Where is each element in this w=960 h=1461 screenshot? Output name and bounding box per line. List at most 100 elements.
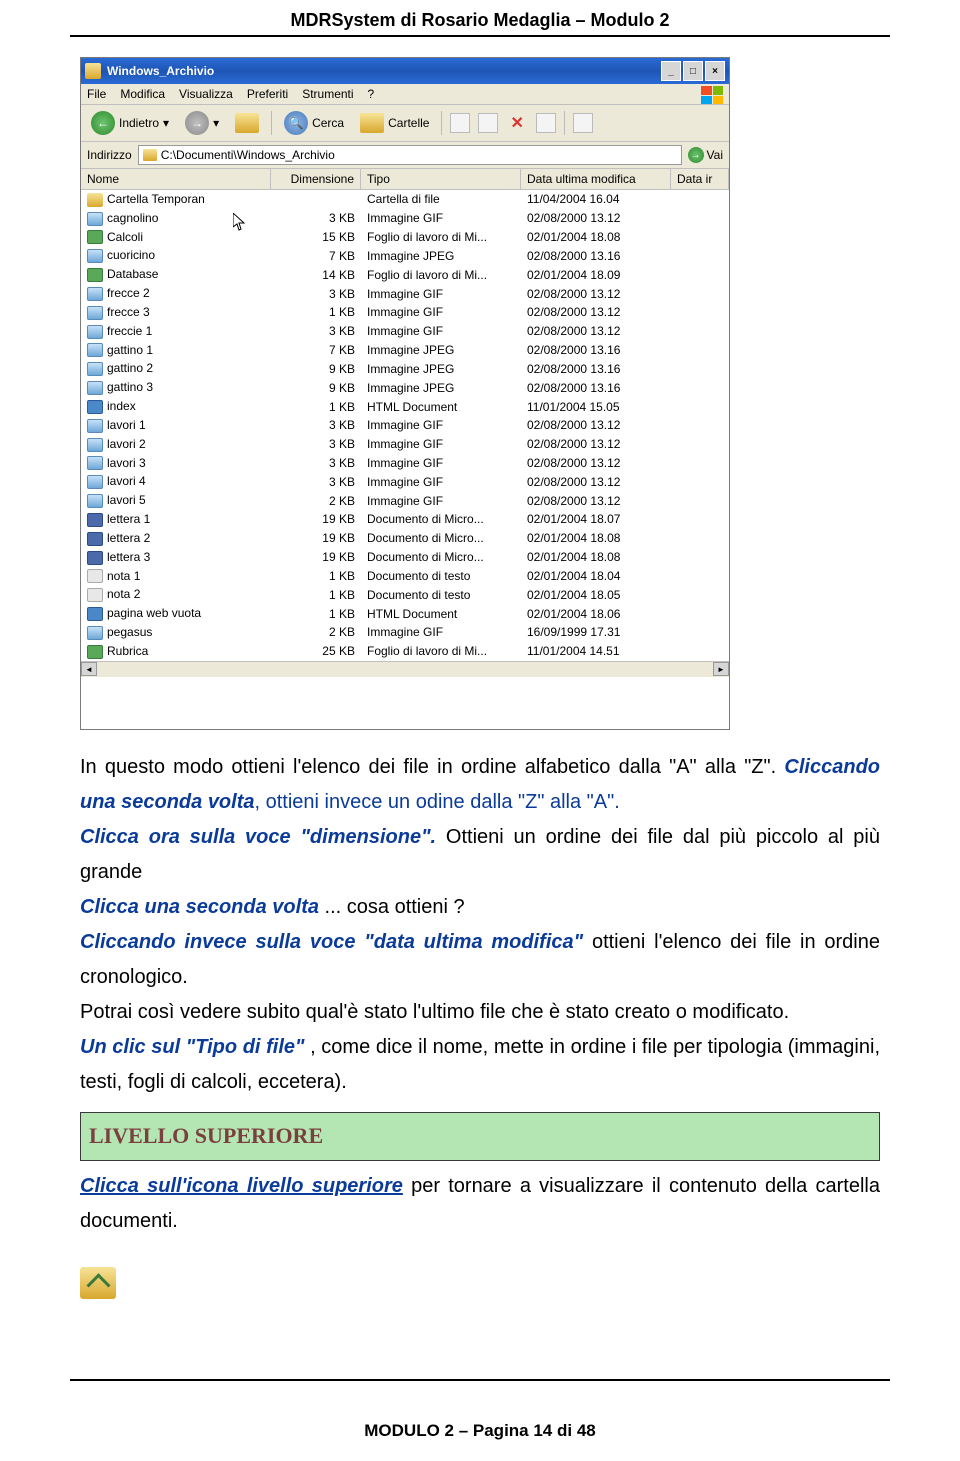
document-body: In questo modo ottieni l'elenco dei file… (80, 750, 880, 1299)
file-jpeg-icon (87, 249, 103, 263)
file-date: 02/08/2000 13.12 (521, 474, 671, 490)
paragraph: Un clic sul "Tipo di file" , come dice i… (80, 1030, 880, 1100)
file-extra (671, 236, 729, 238)
menu-visualizza[interactable]: Visualizza (179, 87, 233, 101)
horizontal-scrollbar[interactable]: ◄ ► (81, 661, 729, 677)
explorer-window: Windows_Archivio _ □ × File Modifica Vis… (80, 57, 730, 730)
table-row[interactable]: lavori 33 KBImmagine GIF02/08/2000 13.12 (81, 454, 729, 473)
table-row[interactable]: lavori 52 KBImmagine GIF02/08/2000 13.12 (81, 491, 729, 510)
file-date: 02/08/2000 13.16 (521, 361, 671, 377)
col-header-size[interactable]: Dimensione (271, 169, 361, 189)
folders-button[interactable]: Cartelle (356, 111, 433, 135)
table-row[interactable]: lettera 219 KBDocumento di Micro...02/01… (81, 529, 729, 548)
delete-button[interactable]: ✕ (506, 111, 527, 135)
file-type: Foglio di lavoro di Mi... (361, 643, 521, 659)
table-row[interactable]: frecce 23 KBImmagine GIF02/08/2000 13.12 (81, 284, 729, 303)
file-xls-icon (87, 645, 103, 659)
search-button[interactable]: 🔍 Cerca (280, 109, 348, 137)
file-extra (671, 537, 729, 539)
file-type: HTML Document (361, 399, 521, 415)
file-type: Foglio di lavoro di Mi... (361, 267, 521, 283)
search-icon: 🔍 (284, 111, 308, 135)
move-to-icon[interactable] (450, 113, 470, 133)
file-gif-icon (87, 306, 103, 320)
file-date: 11/01/2004 14.51 (521, 643, 671, 659)
table-row[interactable]: gattino 29 KBImmagine JPEG02/08/2000 13.… (81, 359, 729, 378)
table-row[interactable]: lavori 23 KBImmagine GIF02/08/2000 13.12 (81, 435, 729, 454)
table-row[interactable]: pagina web vuota1 KBHTML Document02/01/2… (81, 604, 729, 623)
table-row[interactable]: lettera 119 KBDocumento di Micro...02/01… (81, 510, 729, 529)
go-button[interactable]: → Vai (688, 147, 723, 163)
file-listview: Nome Dimensione Tipo Data ultima modific… (81, 169, 729, 729)
table-row[interactable]: Database14 KBFoglio di lavoro di Mi...02… (81, 265, 729, 284)
copy-to-icon[interactable] (478, 113, 498, 133)
table-row[interactable]: Rubrica25 KBFoglio di lavoro di Mi...11/… (81, 642, 729, 661)
file-gif-icon (87, 456, 103, 470)
table-row[interactable]: Cartella TemporanCartella di file11/04/2… (81, 190, 729, 209)
menu-preferiti[interactable]: Preferiti (247, 87, 288, 101)
file-name: frecce 2 (107, 286, 150, 300)
table-row[interactable]: cagnolino3 KBImmagine GIF02/08/2000 13.1… (81, 209, 729, 228)
paragraph: In questo modo ottieni l'elenco dei file… (80, 750, 880, 820)
maximize-button[interactable]: □ (683, 61, 703, 81)
forward-button[interactable]: → ▾ (181, 109, 223, 137)
table-row[interactable]: Calcoli15 KBFoglio di lavoro di Mi...02/… (81, 228, 729, 247)
scroll-left-button[interactable]: ◄ (81, 662, 97, 676)
file-extra (671, 274, 729, 276)
folders-icon (360, 113, 384, 133)
table-row[interactable]: lettera 319 KBDocumento di Micro...02/01… (81, 548, 729, 567)
table-row[interactable]: gattino 17 KBImmagine JPEG02/08/2000 13.… (81, 341, 729, 360)
views-button[interactable] (573, 113, 593, 133)
file-type: Immagine JPEG (361, 342, 521, 358)
file-type: Immagine GIF (361, 455, 521, 471)
file-date: 02/08/2000 13.12 (521, 304, 671, 320)
menu-file[interactable]: File (87, 87, 106, 101)
close-button[interactable]: × (705, 61, 725, 81)
table-row[interactable]: cuoricino7 KBImmagine JPEG02/08/2000 13.… (81, 246, 729, 265)
table-row[interactable]: pegasus2 KBImmagine GIF16/09/1999 17.31 (81, 623, 729, 642)
col-header-name[interactable]: Nome (81, 169, 271, 189)
file-name: lavori 5 (107, 493, 146, 507)
undo-icon[interactable] (536, 113, 556, 133)
table-row[interactable]: freccie 13 KBImmagine GIF02/08/2000 13.1… (81, 322, 729, 341)
col-header-extra[interactable]: Data ir (671, 169, 729, 189)
file-doc-icon (87, 551, 103, 565)
file-type: Immagine GIF (361, 286, 521, 302)
table-row[interactable]: gattino 39 KBImmagine JPEG02/08/2000 13.… (81, 378, 729, 397)
titlebar[interactable]: Windows_Archivio _ □ × (81, 58, 729, 84)
file-extra (671, 424, 729, 426)
table-row[interactable]: nota 21 KBDocumento di testo02/01/2004 1… (81, 585, 729, 604)
file-date: 02/01/2004 18.07 (521, 511, 671, 527)
address-input[interactable]: C:\Documenti\Windows_Archivio (138, 145, 682, 165)
up-button[interactable] (231, 111, 263, 135)
menu-help[interactable]: ? (368, 87, 375, 101)
table-row[interactable]: frecce 31 KBImmagine GIF02/08/2000 13.12 (81, 303, 729, 322)
file-type: Immagine GIF (361, 436, 521, 452)
paragraph: Potrai così vedere subito qual'è stato l… (80, 995, 880, 1030)
file-size: 19 KB (271, 549, 361, 565)
file-type: Documento di testo (361, 568, 521, 584)
col-header-type[interactable]: Tipo (361, 169, 521, 189)
text: In questo modo ottieni l'elenco dei file… (80, 756, 776, 778)
file-date: 02/08/2000 13.12 (521, 455, 671, 471)
menu-strumenti[interactable]: Strumenti (302, 87, 353, 101)
file-type: Immagine GIF (361, 417, 521, 433)
file-xls-icon (87, 230, 103, 244)
col-header-date[interactable]: Data ultima modifica (521, 169, 671, 189)
table-row[interactable]: nota 11 KBDocumento di testo02/01/2004 1… (81, 567, 729, 586)
scroll-right-button[interactable]: ► (713, 662, 729, 676)
table-row[interactable]: index1 KBHTML Document11/01/2004 15.05 (81, 397, 729, 416)
file-type: Documento di Micro... (361, 511, 521, 527)
file-type: Immagine GIF (361, 624, 521, 640)
menu-modifica[interactable]: Modifica (120, 87, 165, 101)
file-date: 02/08/2000 13.12 (521, 493, 671, 509)
back-button[interactable]: ← Indietro ▾ (87, 109, 173, 137)
separator (441, 111, 442, 135)
table-row[interactable]: lavori 43 KBImmagine GIF02/08/2000 13.12 (81, 472, 729, 491)
file-size: 1 KB (271, 568, 361, 584)
folders-label: Cartelle (388, 116, 429, 130)
table-row[interactable]: lavori 13 KBImmagine GIF02/08/2000 13.12 (81, 416, 729, 435)
file-name: cagnolino (107, 211, 158, 225)
minimize-button[interactable]: _ (661, 61, 681, 81)
file-name: frecce 3 (107, 305, 150, 319)
